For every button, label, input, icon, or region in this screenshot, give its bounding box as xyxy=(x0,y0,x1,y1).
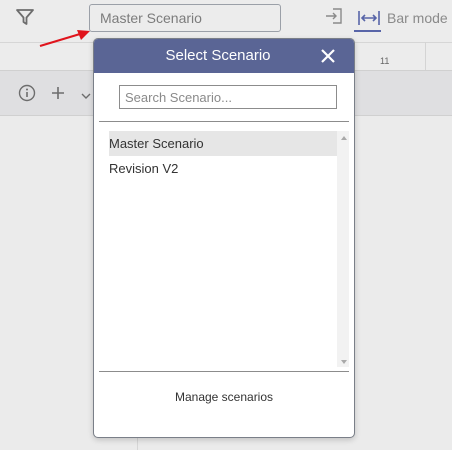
select-scenario-dialog: Select Scenario Master Scenario Revision… xyxy=(93,38,355,438)
arrows-horizontal-icon xyxy=(357,8,381,28)
list-item[interactable]: Revision V2 xyxy=(109,156,337,181)
annotation-arrow-icon xyxy=(36,28,96,50)
app-root: Master Scenario Bar mode 11 Select Scena… xyxy=(0,0,452,450)
scenario-list: Master Scenario Revision V2 xyxy=(109,131,337,367)
bar-mode-label: Bar mode xyxy=(387,10,448,26)
divider xyxy=(99,121,349,122)
active-tab-indicator xyxy=(354,30,381,32)
chevron-down-icon[interactable] xyxy=(80,88,92,99)
scenario-select[interactable]: Master Scenario xyxy=(89,4,281,32)
scrollbar[interactable] xyxy=(337,131,349,367)
exit-icon[interactable] xyxy=(324,6,344,26)
close-icon[interactable] xyxy=(318,46,338,66)
search-scenario-input[interactable] xyxy=(119,85,337,109)
timeline-column-label: 11 xyxy=(380,56,390,66)
manage-scenarios-button[interactable]: Manage scenarios xyxy=(94,387,354,407)
dialog-title: Select Scenario xyxy=(165,47,271,64)
bar-mode-button[interactable]: Bar mode xyxy=(355,4,452,32)
info-icon[interactable] xyxy=(18,84,36,102)
scroll-down-icon[interactable] xyxy=(341,360,347,364)
list-item[interactable]: Master Scenario xyxy=(109,131,337,156)
scroll-up-icon[interactable] xyxy=(341,136,347,140)
divider xyxy=(99,371,349,372)
filter-icon[interactable] xyxy=(15,7,35,27)
dialog-header: Select Scenario xyxy=(94,39,354,73)
column-divider xyxy=(425,42,426,70)
plus-icon[interactable] xyxy=(50,84,66,102)
